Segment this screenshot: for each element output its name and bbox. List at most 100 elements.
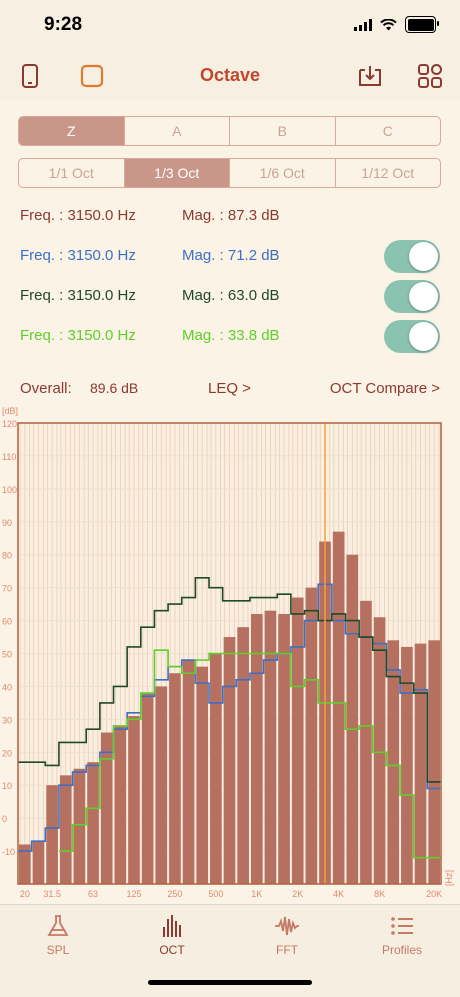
bar — [128, 716, 140, 884]
x-axis-unit: [Hz] — [444, 870, 454, 886]
signal-icon — [354, 18, 372, 31]
weighting-selector: Z A B C — [18, 116, 441, 146]
tab-label: SPL — [46, 943, 70, 957]
tab-label: Profiles — [381, 943, 422, 957]
bar — [155, 686, 168, 884]
readout-freq: Freq. : 3150.0 Hz — [20, 287, 136, 304]
readout-row-light-green: Freq. : 3150.0 Hz Mag. : 33.8 dB — [20, 320, 440, 357]
bar — [73, 768, 86, 884]
status-bar: 9:28 — [0, 0, 460, 50]
leq-link[interactable]: LEQ > — [208, 380, 251, 397]
x-tick-label: 125 — [126, 889, 141, 899]
bar — [32, 841, 45, 884]
bar — [223, 637, 236, 884]
tab-oct[interactable]: OCT — [122, 913, 222, 957]
readout-mag: Mag. : 33.8 dB — [182, 327, 280, 344]
download-tray-icon — [359, 66, 381, 86]
y-tick-label: 60 — [2, 617, 12, 627]
band-option-1-12[interactable]: 1/12 Oct — [336, 159, 441, 187]
y-tick-label: -10 — [2, 847, 15, 857]
tab-label: OCT — [159, 943, 185, 957]
octave-chart[interactable]: 1201101009080706050403020100-10[dB]20 31.… — [0, 402, 460, 902]
weighting-option-b[interactable]: B — [230, 117, 336, 145]
x-tick-label: 31.5 — [43, 889, 61, 899]
bar — [196, 666, 209, 884]
y-tick-label: 120 — [2, 419, 17, 429]
bar — [59, 775, 72, 884]
page-title: Octave — [199, 65, 261, 85]
bar — [114, 725, 127, 884]
y-tick-label: 110 — [2, 452, 16, 462]
bar — [414, 643, 427, 884]
overall-value: 89.6 dB — [90, 380, 139, 396]
weighting-option-c[interactable]: C — [336, 117, 441, 145]
grid-icon — [418, 64, 442, 88]
x-tick-label: 20 — [20, 889, 30, 899]
bar — [332, 531, 345, 884]
bar — [182, 660, 195, 884]
y-tick-label: 80 — [2, 551, 12, 561]
tab-profiles[interactable]: Profiles — [352, 913, 452, 957]
bar — [169, 673, 181, 884]
bar — [210, 653, 222, 884]
readout-mag: Mag. : 71.2 dB — [182, 247, 280, 264]
bar — [278, 613, 290, 884]
y-tick-label: 50 — [2, 650, 12, 660]
bar — [264, 610, 277, 884]
bar — [428, 640, 440, 884]
bar — [346, 554, 359, 884]
y-tick-label: 70 — [2, 584, 12, 594]
x-tick-label: 8K — [374, 889, 385, 899]
bar — [291, 597, 304, 884]
readout-freq: Freq. : 3150.0 Hz — [20, 327, 136, 344]
y-axis-unit: [dB] — [2, 406, 18, 416]
blue-series-toggle[interactable] — [384, 240, 440, 273]
y-tick-label: 100 — [2, 485, 17, 495]
home-indicator — [148, 980, 312, 985]
readout-row-blue: Freq. : 3150.0 Hz Mag. : 71.2 dB — [20, 240, 440, 277]
list-icon — [391, 917, 413, 935]
dark-green-series-toggle[interactable] — [384, 280, 440, 313]
x-tick-label: 500 — [208, 889, 223, 899]
readout-mag: Mag. : 63.0 dB — [182, 287, 280, 304]
x-tick-label: 250 — [167, 889, 182, 899]
light-green-series-toggle[interactable] — [384, 320, 440, 353]
readout-freq: Freq. : 3150.0 Hz — [20, 207, 136, 224]
tab-fft[interactable]: FFT — [237, 913, 337, 957]
bar — [237, 627, 249, 884]
readout-freq: Freq. : 3150.0 Hz — [20, 247, 136, 264]
save-button[interactable] — [356, 62, 384, 90]
bar — [305, 587, 318, 884]
y-tick-label: 20 — [2, 748, 12, 758]
x-tick-label: 2K — [292, 889, 303, 899]
overall-row: Overall: 89.6 dB LEQ > OCT Compare > — [20, 380, 440, 397]
oct-compare-link[interactable]: OCT Compare > — [330, 380, 440, 397]
waveform-icon — [275, 916, 299, 936]
x-tick-label: 1K — [251, 889, 262, 899]
y-tick-label: 90 — [2, 518, 12, 528]
status-time: 9:28 — [44, 14, 83, 35]
y-tick-label: 40 — [2, 682, 12, 692]
battery-icon — [405, 16, 439, 33]
status-icons — [354, 16, 439, 33]
x-tick-label: 4K — [333, 889, 344, 899]
bars-icon — [163, 915, 181, 937]
overall-label: Overall: — [20, 380, 72, 397]
band-option-1-6[interactable]: 1/6 Oct — [230, 159, 336, 187]
bar — [250, 613, 263, 884]
weighting-option-a[interactable]: A — [125, 117, 230, 145]
band-selector: 1/1 Oct 1/3 Oct 1/6 Oct 1/12 Oct — [18, 158, 441, 188]
band-option-1-3[interactable]: 1/3 Oct — [124, 159, 230, 187]
bar — [87, 762, 99, 884]
band-option-1-1[interactable]: 1/1 Oct — [19, 159, 125, 187]
apps-button[interactable] — [416, 62, 444, 90]
y-tick-label: 30 — [2, 715, 12, 725]
wifi-icon — [380, 18, 397, 30]
tab-label: FFT — [276, 943, 298, 957]
bar — [100, 732, 113, 884]
bar — [46, 785, 58, 884]
x-tick-label: 63 — [88, 889, 98, 899]
weighting-option-z[interactable]: Z — [19, 117, 125, 145]
tab-spl[interactable]: SPL — [8, 913, 108, 957]
bar — [373, 617, 386, 884]
